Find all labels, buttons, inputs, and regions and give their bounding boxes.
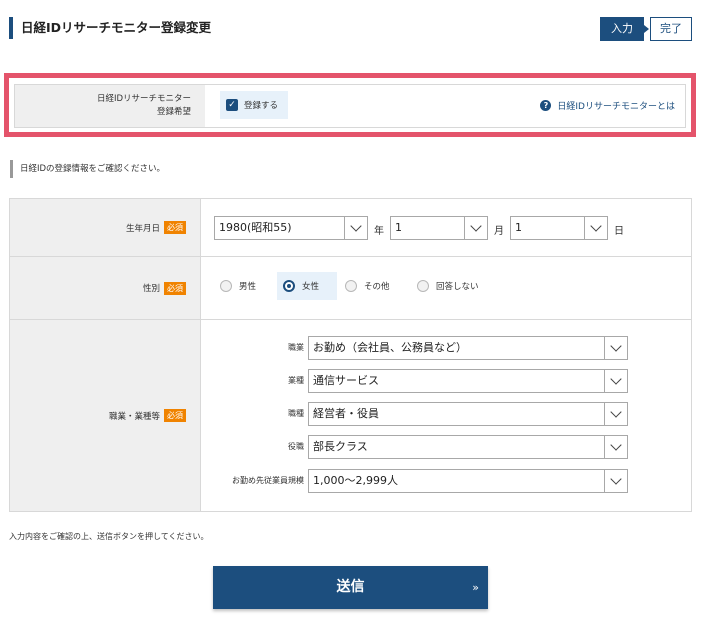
chevron-down-icon [604, 370, 627, 392]
chevron-down-icon [464, 217, 487, 239]
gender-option-female[interactable]: 女性 [277, 272, 337, 300]
industry-value: 通信サービス [313, 374, 379, 387]
month-unit: 月 [494, 226, 504, 237]
job-type-label: 職種 [288, 409, 304, 418]
birth-day-select[interactable]: 1 [510, 216, 608, 240]
gender-label: 性別 必須 [10, 257, 201, 319]
gender-option-label: 回答しない [436, 282, 479, 292]
birthdate-row: 生年月日 必須 1980(昭和55) 年 1 月 1 日 [10, 199, 691, 257]
radio-icon [417, 280, 429, 292]
company-size-label: お勤め先従業員規模 [232, 476, 304, 485]
radio-icon [345, 280, 357, 292]
job-type-select[interactable]: 経営者・役員 [308, 402, 628, 426]
birth-day-value: 1 [515, 221, 522, 234]
chevron-down-icon [604, 337, 627, 359]
job-type-value: 経営者・役員 [313, 407, 379, 420]
birthdate-label-text: 生年月日 [125, 223, 160, 234]
industry-label: 業種 [288, 376, 304, 385]
position-value: 部長クラス [313, 440, 368, 453]
birth-year-value: 1980(昭和55) [219, 221, 292, 234]
step-arrow-icon [644, 17, 650, 41]
page-title: 日経IDリサーチモニター登録変更 [9, 17, 211, 39]
job-select[interactable]: お勤め（会社員、公務員など） [308, 336, 628, 360]
gender-option-label: その他 [364, 282, 390, 292]
gender-option-no-answer[interactable]: 回答しない [411, 272, 497, 300]
required-badge: 必須 [164, 221, 186, 234]
company-size-value: 1,000〜2,999人 [313, 474, 398, 487]
monitor-help-link[interactable]: ? 日経IDリサーチモニターとは [540, 99, 675, 112]
monitor-highlight-box: 日経IDリサーチモニター 登録希望 ✓ 登録する ? 日経IDリサーチモニターと… [4, 73, 696, 137]
radio-icon [220, 280, 232, 292]
birth-year-select[interactable]: 1980(昭和55) [214, 216, 368, 240]
radio-selected-icon [283, 280, 295, 292]
job-value: お勤め（会社員、公務員など） [313, 341, 467, 354]
gender-option-label: 男性 [239, 282, 257, 292]
job-label: 職業 [288, 343, 304, 352]
gender-option-male[interactable]: 男性 [214, 272, 270, 300]
required-badge: 必須 [164, 409, 186, 422]
submit-label: 送信 [336, 579, 365, 595]
occupation-label: 職業・業種等 必須 [10, 320, 201, 511]
question-icon: ? [540, 100, 552, 111]
chevron-down-icon [604, 436, 627, 458]
monitor-label: 日経IDリサーチモニター 登録希望 [15, 85, 205, 127]
required-badge: 必須 [164, 281, 186, 295]
profile-form: 生年月日 必須 1980(昭和55) 年 1 月 1 日 性別 必須 男性 女性… [9, 198, 692, 512]
chevron-right-icon: » [472, 581, 479, 594]
monitor-register-label: 登録する [244, 101, 279, 111]
position-label: 役職 [288, 442, 304, 451]
birth-month-select[interactable]: 1 [390, 216, 488, 240]
occupation-row: 職業・業種等 必須 職業 お勤め（会社員、公務員など） 業種 通信サービス 職種… [10, 320, 691, 511]
monitor-label-line2: 登録希望 [156, 107, 191, 117]
step-input: 入力 [600, 17, 644, 41]
chevron-down-icon [344, 217, 367, 239]
occupation-label-text: 職業・業種等 [108, 411, 160, 422]
gender-row: 性別 必須 男性 女性 その他 回答しない [10, 257, 691, 320]
day-unit: 日 [614, 226, 624, 237]
monitor-help-text: 日経IDリサーチモニターとは [557, 102, 675, 112]
monitor-label-line1: 日経IDリサーチモニター [96, 94, 191, 104]
year-unit: 年 [374, 226, 384, 237]
chevron-down-icon [604, 403, 627, 425]
step-complete: 完了 [650, 17, 692, 41]
section-note: 日経IDの登録情報をご確認ください。 [10, 160, 165, 178]
company-size-select[interactable]: 1,000〜2,999人 [308, 469, 628, 493]
position-select[interactable]: 部長クラス [308, 435, 628, 459]
step-indicator: 入力 完了 [600, 17, 692, 41]
monitor-row: 日経IDリサーチモニター 登録希望 ✓ 登録する ? 日経IDリサーチモニターと… [14, 84, 686, 128]
birthdate-label: 生年月日 必須 [10, 199, 201, 256]
gender-option-other[interactable]: その他 [339, 272, 405, 300]
submit-button[interactable]: 送信 » [213, 566, 488, 609]
chevron-down-icon [604, 470, 627, 492]
birth-month-value: 1 [395, 221, 402, 234]
chevron-down-icon [584, 217, 607, 239]
industry-select[interactable]: 通信サービス [308, 369, 628, 393]
monitor-register-checkbox[interactable]: ✓ 登録する [220, 91, 288, 119]
gender-label-text: 性別 [142, 284, 160, 294]
submit-instructions: 入力内容をご確認の上、送信ボタンを押してください。 [9, 532, 209, 541]
checkmark-icon: ✓ [226, 99, 238, 111]
gender-option-label: 女性 [302, 282, 320, 292]
